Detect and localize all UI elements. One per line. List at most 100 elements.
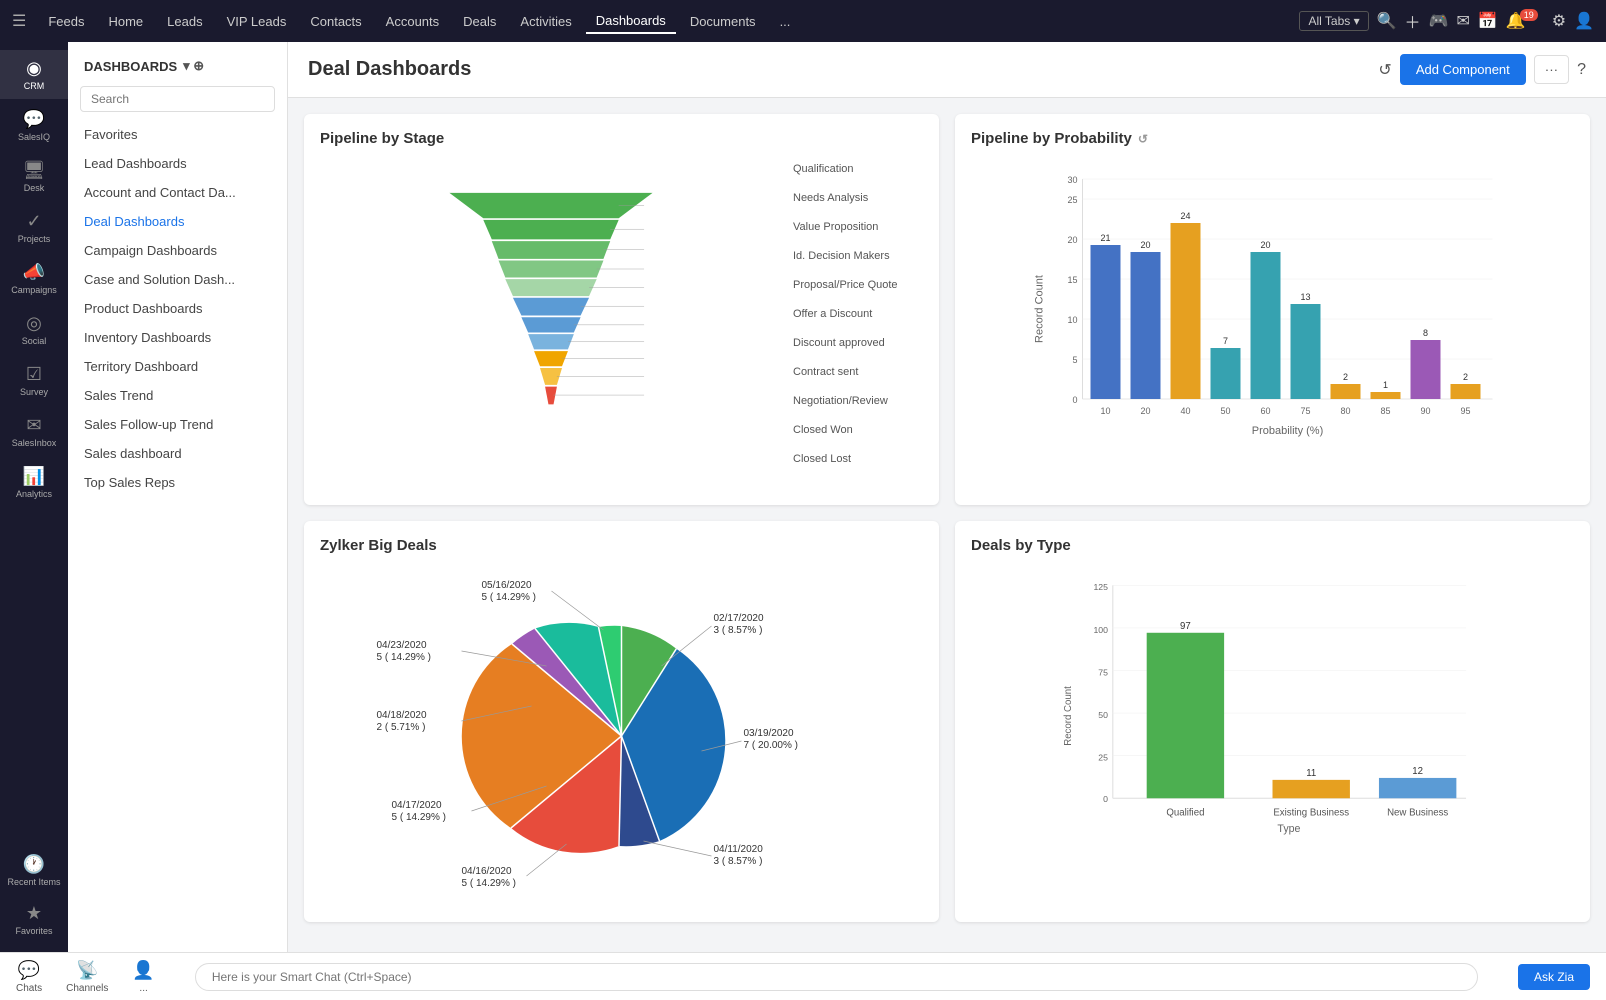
svg-text:5 ( 14.29% ): 5 ( 14.29% ) [482,592,536,603]
help-icon[interactable]: ? [1577,61,1586,79]
bar-95[interactable] [1451,384,1481,399]
crm-icon: ◉ [26,58,42,79]
mail-icon[interactable]: ✉ [1456,11,1469,31]
sidebar-item-favorites[interactable]: ★ Favorites [1,895,66,944]
dashboard-sidebar: DASHBOARDS ▾ ⊕ Favorites Lead Dashboards… [68,42,288,952]
sidebar-item-campaign[interactable]: Campaign Dashboards [68,236,287,265]
bottom-item-chats[interactable]: 💬 Chats [16,960,42,994]
sidebar-item-favorites[interactable]: Favorites [68,120,287,149]
nav-more[interactable]: ... [770,10,801,33]
sidebar-item-top-sales[interactable]: Top Sales Reps [68,468,287,497]
more-options-button[interactable]: ··· [1534,55,1569,84]
sidebar-item-analytics[interactable]: 📊 Analytics [0,458,68,507]
bar-90[interactable] [1411,340,1441,399]
add-component-button[interactable]: Add Component [1400,54,1526,85]
bottom-item-contacts[interactable]: 👤 ... [132,960,154,994]
bar-new-business[interactable] [1379,778,1456,798]
sidebar-item-deal-dashboards[interactable]: Deal Dashboards [68,207,287,236]
sidebar-item-campaigns[interactable]: 📣 Campaigns [0,254,68,303]
svg-text:Probability (%): Probability (%) [1252,425,1324,437]
bar-60[interactable] [1251,252,1281,399]
svg-text:Record Count: Record Count [1034,275,1046,343]
nav-dashboards[interactable]: Dashboards [586,9,676,34]
funnel-label-closed-lost: Closed Lost [793,453,923,465]
gamepad-icon[interactable]: 🎮 [1429,11,1449,31]
svg-text:10: 10 [1100,406,1110,416]
nav-documents[interactable]: Documents [680,10,766,33]
refresh-prob-icon[interactable]: ↺ [1138,132,1148,146]
add-dashboard-button[interactable]: ▾ ⊕ [183,58,204,74]
bar-80[interactable] [1331,384,1361,399]
funnel-label-closed-won: Closed Won [793,424,923,436]
sidebar-item-salesiq[interactable]: 💬 SalesIQ [0,101,68,150]
nav-contacts[interactable]: Contacts [300,10,371,33]
bar-20[interactable] [1131,252,1161,399]
notification-icon[interactable]: 🔔19 [1506,11,1544,31]
svg-text:7: 7 [1223,336,1228,346]
bottom-bar: 💬 Chats 📡 Channels 👤 ... Ask Zia [0,952,1606,1000]
sidebar-item-inventory[interactable]: Inventory Dashboards [68,323,287,352]
sidebar-item-territory[interactable]: Territory Dashboard [68,352,287,381]
search-icon[interactable]: 🔍 [1377,11,1397,31]
sidebar-item-recent[interactable]: 🕐 Recent Items [1,846,66,895]
avatar[interactable]: 👤 [1574,11,1594,31]
nav-vip-leads[interactable]: VIP Leads [217,10,297,33]
sidebar-item-product[interactable]: Product Dashboards [68,294,287,323]
ask-zia-button[interactable]: Ask Zia [1518,964,1590,990]
sidebar-item-salesinbox[interactable]: ✉ SalesInbox [0,407,68,456]
settings-icon[interactable]: ⚙ [1552,11,1566,31]
svg-text:13: 13 [1300,292,1310,302]
hamburger-icon[interactable]: ☰ [12,11,26,31]
bottom-item-channels[interactable]: 📡 Channels [66,960,108,994]
salesiq-label: SalesIQ [18,132,50,142]
sidebar-item-desk[interactable]: 🖥 Desk [0,152,68,201]
svg-text:Existing Business: Existing Business [1273,808,1349,819]
nav-home[interactable]: Home [98,10,153,33]
bar-qualified[interactable] [1147,633,1224,798]
calendar-icon[interactable]: 📅 [1478,11,1498,31]
nav-activities[interactable]: Activities [510,10,581,33]
svg-text:80: 80 [1340,406,1350,416]
sidebar-item-case-solution[interactable]: Case and Solution Dash... [68,265,287,294]
sidebar-item-sales-dashboard[interactable]: Sales dashboard [68,439,287,468]
sidebar-item-sales-trend[interactable]: Sales Trend [68,381,287,410]
bar-85[interactable] [1371,392,1401,399]
sidebar-search[interactable] [80,86,275,112]
deals-type-title: Deals by Type [971,537,1574,554]
nav-accounts[interactable]: Accounts [376,10,449,33]
svg-text:30: 30 [1067,175,1077,185]
svg-text:0: 0 [1072,395,1077,405]
sidebar-item-account-contact[interactable]: Account and Contact Da... [68,178,287,207]
bar-existing[interactable] [1273,780,1350,798]
smart-chat-input[interactable] [195,963,1478,991]
sidebar-item-crm[interactable]: ◉ CRM [0,50,68,99]
bar-10[interactable] [1091,245,1121,399]
refresh-button[interactable]: ↺ [1378,60,1391,80]
svg-text:02/17/2020: 02/17/2020 [714,613,764,624]
deals-type-bar-chart: Record Count 0 25 50 75 100 125 [971,566,1574,866]
bar-75[interactable] [1291,304,1321,399]
nav-deals[interactable]: Deals [453,10,506,33]
bar-50[interactable] [1211,348,1241,399]
nav-feeds[interactable]: Feeds [38,10,94,33]
svg-text:21: 21 [1100,233,1110,243]
svg-text:100: 100 [1093,625,1108,635]
campaigns-icon: 📣 [23,262,45,283]
all-tabs-dropdown[interactable]: All Tabs ▾ [1299,11,1368,31]
sidebar-item-projects[interactable]: ✓ Projects [0,203,68,252]
bar-40[interactable] [1171,223,1201,399]
svg-text:125: 125 [1093,582,1108,592]
sidebar-item-social[interactable]: ◎ Social [0,305,68,354]
sidebar-item-sales-followup[interactable]: Sales Follow-up Trend [68,410,287,439]
nav-leads[interactable]: Leads [157,10,212,33]
svg-text:New Business: New Business [1387,808,1448,819]
analytics-icon: 📊 [23,466,45,487]
sidebar-item-survey[interactable]: ☑ Survey [0,356,68,405]
top-nav: ☰ Feeds Home Leads VIP Leads Contacts Ac… [0,0,1606,42]
sidebar-item-lead-dashboards[interactable]: Lead Dashboards [68,149,287,178]
add-icon[interactable]: ＋ [1405,9,1421,33]
main-layout: ◉ CRM 💬 SalesIQ 🖥 Desk ✓ Projects 📣 Camp… [0,42,1606,952]
funnel-label-offer-discount: Offer a Discount [793,308,923,320]
svg-text:5 ( 14.29% ): 5 ( 14.29% ) [392,812,446,823]
svg-text:25: 25 [1098,753,1108,763]
